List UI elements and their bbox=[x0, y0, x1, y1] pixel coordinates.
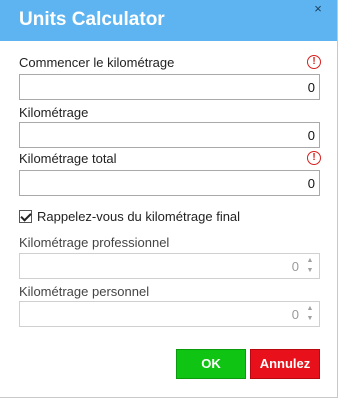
start-mileage-required-icon: ! bbox=[307, 55, 321, 69]
spin-up-icon: ▲ bbox=[306, 305, 314, 312]
business-mileage-input bbox=[20, 254, 319, 278]
total-mileage-input[interactable] bbox=[20, 171, 319, 195]
ok-button[interactable]: OK bbox=[176, 349, 246, 379]
units-calculator-dialog: Units Calculator × Commencer le kilométr… bbox=[0, 0, 338, 398]
mileage-input[interactable] bbox=[20, 123, 319, 147]
start-mileage-input[interactable] bbox=[20, 75, 319, 99]
personal-mileage-spinner: ▲ ▼ bbox=[303, 304, 317, 324]
start-mileage-field[interactable] bbox=[19, 74, 320, 100]
checkmark-icon bbox=[20, 209, 32, 222]
total-mileage-required-icon: ! bbox=[307, 151, 321, 165]
personal-mileage-field: ▲ ▼ bbox=[19, 301, 320, 327]
remember-final-mileage-checkbox[interactable] bbox=[19, 209, 32, 223]
spin-down-icon: ▼ bbox=[306, 267, 314, 274]
spin-up-icon: ▲ bbox=[306, 257, 314, 264]
cancel-button[interactable]: Annulez bbox=[250, 349, 320, 379]
business-mileage-label: Kilométrage professionnel bbox=[19, 235, 170, 250]
close-icon[interactable]: × bbox=[311, 2, 325, 16]
personal-mileage-input bbox=[20, 302, 319, 326]
total-mileage-field[interactable] bbox=[19, 170, 320, 196]
total-mileage-label: Kilométrage total bbox=[19, 151, 117, 166]
mileage-label: Kilométrage bbox=[19, 105, 89, 120]
dialog-title: Units Calculator bbox=[19, 9, 165, 30]
business-mileage-spinner: ▲ ▼ bbox=[303, 256, 317, 276]
personal-mileage-label: Kilométrage personnel bbox=[19, 284, 150, 299]
remember-final-mileage-label: Rappelez-vous du kilométrage final bbox=[37, 208, 241, 224]
title-bar: Units Calculator × bbox=[0, 0, 337, 41]
start-mileage-label: Commencer le kilométrage bbox=[19, 55, 175, 70]
business-mileage-field: ▲ ▼ bbox=[19, 253, 320, 279]
spin-down-icon: ▼ bbox=[306, 315, 314, 322]
mileage-field[interactable] bbox=[19, 122, 320, 148]
remember-final-mileage-row[interactable]: Rappelez-vous du kilométrage final bbox=[19, 208, 240, 224]
